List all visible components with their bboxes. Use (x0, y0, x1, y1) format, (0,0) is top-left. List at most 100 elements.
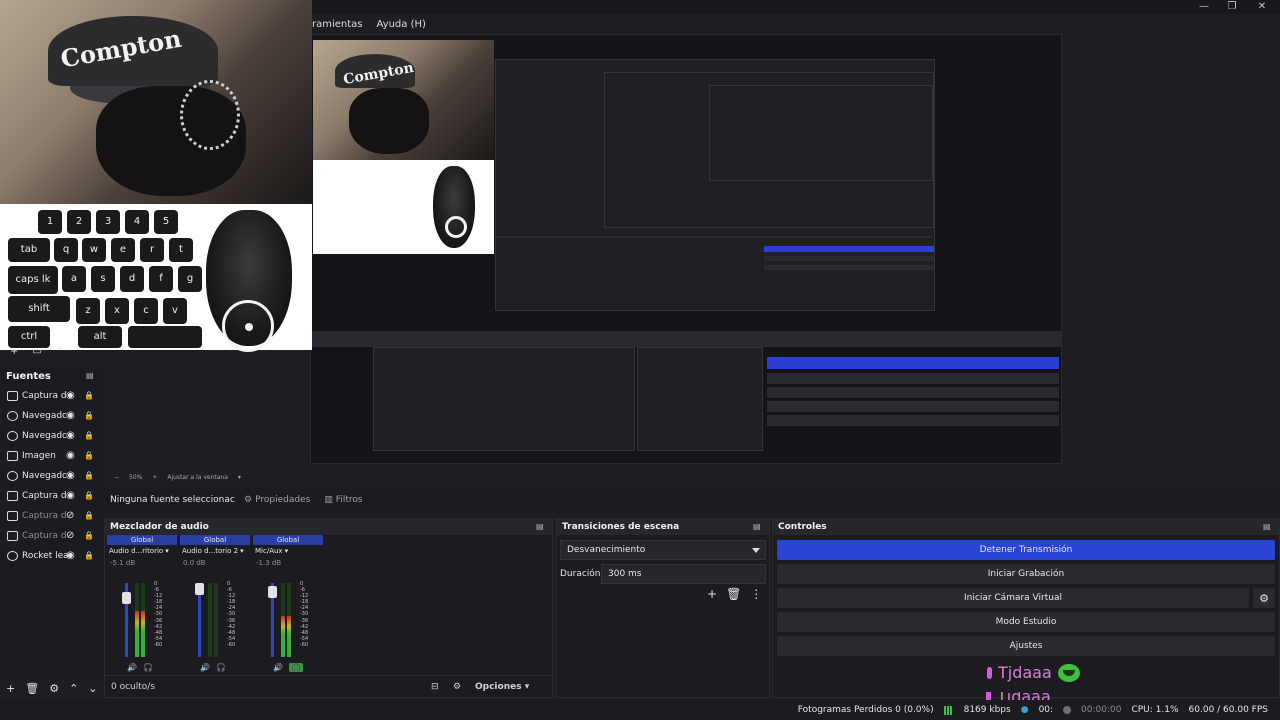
stop-streaming-button[interactable]: Detener Transmisión (777, 540, 1275, 560)
start-recording-button[interactable]: Iniciar Grabación (777, 564, 1275, 584)
key-space (128, 326, 202, 348)
chevron-down-icon[interactable]: ▾ (285, 547, 289, 555)
lock-icon[interactable]: 🔒 (84, 431, 94, 441)
eye-icon[interactable]: ◉ (66, 471, 76, 481)
add-scene-icon[interactable]: + (10, 346, 18, 362)
eye-icon[interactable]: ◉ (66, 411, 76, 421)
lock-icon[interactable]: 🔒 (84, 471, 94, 481)
eye-hidden-icon[interactable]: ⊘ (66, 531, 76, 541)
eye-icon[interactable]: ◉ (66, 551, 76, 561)
dock-menu-icon[interactable]: ▤ (536, 522, 546, 532)
options-label: Opciones (475, 681, 522, 692)
lock-icon[interactable]: 🔒 (84, 451, 94, 461)
dog-face (349, 88, 429, 154)
duration-spinbox[interactable]: 300 ms (601, 564, 766, 584)
nested-transitions (637, 347, 763, 451)
channel-name-row[interactable]: Audio d...ritorio ▾ (107, 545, 177, 557)
preview-webcam-source: Compton (313, 40, 494, 160)
remove-source-icon[interactable]: 🗑 (25, 682, 39, 695)
headphones-icon[interactable]: 🎧 (288, 663, 303, 672)
lock-icon[interactable]: 🔒 (84, 511, 94, 521)
remove-scene-icon[interactable]: ▭ (32, 346, 41, 362)
source-item[interactable]: Imagen ◉ 🔒 (0, 446, 102, 466)
speaker-icon[interactable]: 🔊 (127, 663, 137, 672)
properties-bar: Ninguna fuente seleccionac ⚙ Propiedades… (104, 487, 1280, 513)
key-1: 1 (38, 210, 62, 234)
filters-label: Filtros (335, 495, 363, 505)
source-item[interactable]: Navegadc ◉ 🔒 (0, 406, 102, 426)
remove-transition-icon[interactable]: 🗑 (726, 587, 741, 601)
lock-icon[interactable]: 🔒 (84, 531, 94, 541)
gear-icon: ⚙ (244, 495, 253, 505)
lock-icon[interactable]: 🔒 (84, 391, 94, 401)
eye-icon[interactable]: ◉ (66, 391, 76, 401)
eye-icon[interactable]: ◉ (66, 451, 76, 461)
chevron-down-icon[interactable]: ▾ (165, 547, 169, 555)
menu-tools[interactable]: ramientas (312, 19, 363, 30)
duration-label: Duración (560, 569, 601, 579)
meter-tick: -42 (300, 623, 309, 630)
volume-slider-handle[interactable] (195, 583, 204, 595)
zoom-in-button[interactable]: + (152, 474, 157, 481)
source-item[interactable]: Navegadc ◉ 🔒 (0, 466, 102, 486)
mixer-settings-icon[interactable]: ⚙ (453, 682, 475, 692)
channel-name-row[interactable]: Audio d...torio 2 ▾ (180, 545, 250, 557)
lock-icon[interactable]: 🔒 (84, 411, 94, 421)
meter-tick: -30 (154, 611, 163, 618)
headphones-icon[interactable]: 🎧 (216, 663, 226, 672)
headphones-icon[interactable]: 🎧 (143, 663, 153, 672)
dock-menu-icon[interactable]: ▤ (86, 371, 96, 381)
source-item[interactable]: Captura d ⊘ 🔒 (0, 526, 102, 546)
filters-button[interactable]: ▥ Filtros (324, 495, 362, 505)
channel-name-row[interactable]: Mic/Aux ▾ (253, 545, 323, 557)
dock-menu-icon[interactable]: ▤ (1263, 522, 1273, 532)
chevron-down-icon[interactable]: ▾ (240, 547, 244, 555)
close-button[interactable]: ✕ (1246, 0, 1278, 14)
speaker-icon[interactable]: 🔊 (273, 663, 283, 672)
channel-global-tag: Global (107, 535, 177, 545)
studio-mode-button[interactable]: Modo Estudio (777, 612, 1275, 632)
zoom-fit-select[interactable]: Ajustar a la ventana (167, 474, 228, 481)
eye-icon[interactable]: ◉ (66, 491, 76, 501)
key-s: s (91, 266, 115, 292)
more-options-icon[interactable]: ⋮ (750, 587, 762, 601)
transition-select[interactable]: Desvanecimiento (560, 540, 766, 560)
move-up-icon[interactable]: ⌃ (69, 682, 78, 695)
virtual-camera-settings-gear-icon[interactable]: ⚙ (1253, 588, 1275, 608)
source-settings-icon[interactable]: ⚙ (49, 682, 59, 695)
add-source-icon[interactable]: + (6, 682, 15, 695)
speaker-icon[interactable]: 🔊 (200, 663, 210, 672)
chat-username-2: Tjdaaa (997, 692, 1051, 700)
layout-toggle-icon[interactable]: ⊟ (431, 682, 453, 692)
source-item[interactable]: Captura d ⊘ 🔒 (0, 506, 102, 526)
image-icon (7, 451, 18, 461)
controls-header: Controles ▤ (773, 519, 1279, 535)
eye-hidden-icon[interactable]: ⊘ (66, 511, 76, 521)
lock-icon[interactable]: 🔒 (84, 491, 94, 501)
source-item[interactable]: Captura d ◉ 🔒 (0, 486, 102, 506)
start-virtual-camera-button[interactable]: Iniciar Cámara Virtual (777, 588, 1249, 608)
eye-icon[interactable]: ◉ (66, 431, 76, 441)
move-down-icon[interactable]: ⌄ (88, 682, 97, 695)
source-item[interactable]: Captura d ◉ 🔒 (0, 386, 102, 406)
dock-menu-icon[interactable]: ▤ (753, 522, 763, 532)
status-bar: Fotogramas Perdidos 0 (0.0%) 8169 kbps ●… (0, 700, 1280, 720)
menu-help[interactable]: Ayuda (H) (377, 19, 426, 30)
channel-name: Audio d...ritorio (109, 547, 164, 555)
volume-slider-handle[interactable] (122, 591, 131, 604)
source-item[interactable]: Rocket lea ◉ 🔒 (0, 546, 102, 566)
volume-slider-handle[interactable] (268, 586, 277, 599)
chevron-down-icon[interactable]: ▾ (238, 474, 241, 481)
move-up-icon[interactable]: ⌃ (56, 346, 64, 362)
maximize-button[interactable]: ❐ (1216, 0, 1248, 14)
zoom-out-button[interactable]: − (114, 474, 119, 481)
properties-button[interactable]: ⚙ Propiedades (244, 495, 310, 505)
settings-button[interactable]: Ajustes (777, 636, 1275, 656)
source-item[interactable]: Navegadc ◉ 🔒 (0, 426, 102, 446)
preview-keyboard-overlay (313, 160, 494, 254)
source-label: Captura d (22, 491, 67, 501)
add-transition-icon[interactable]: + (707, 587, 717, 601)
lock-icon[interactable]: 🔒 (84, 551, 94, 561)
mixer-options-button[interactable]: Opciones ▾ (475, 682, 529, 692)
channel-name: Mic/Aux (255, 547, 283, 555)
